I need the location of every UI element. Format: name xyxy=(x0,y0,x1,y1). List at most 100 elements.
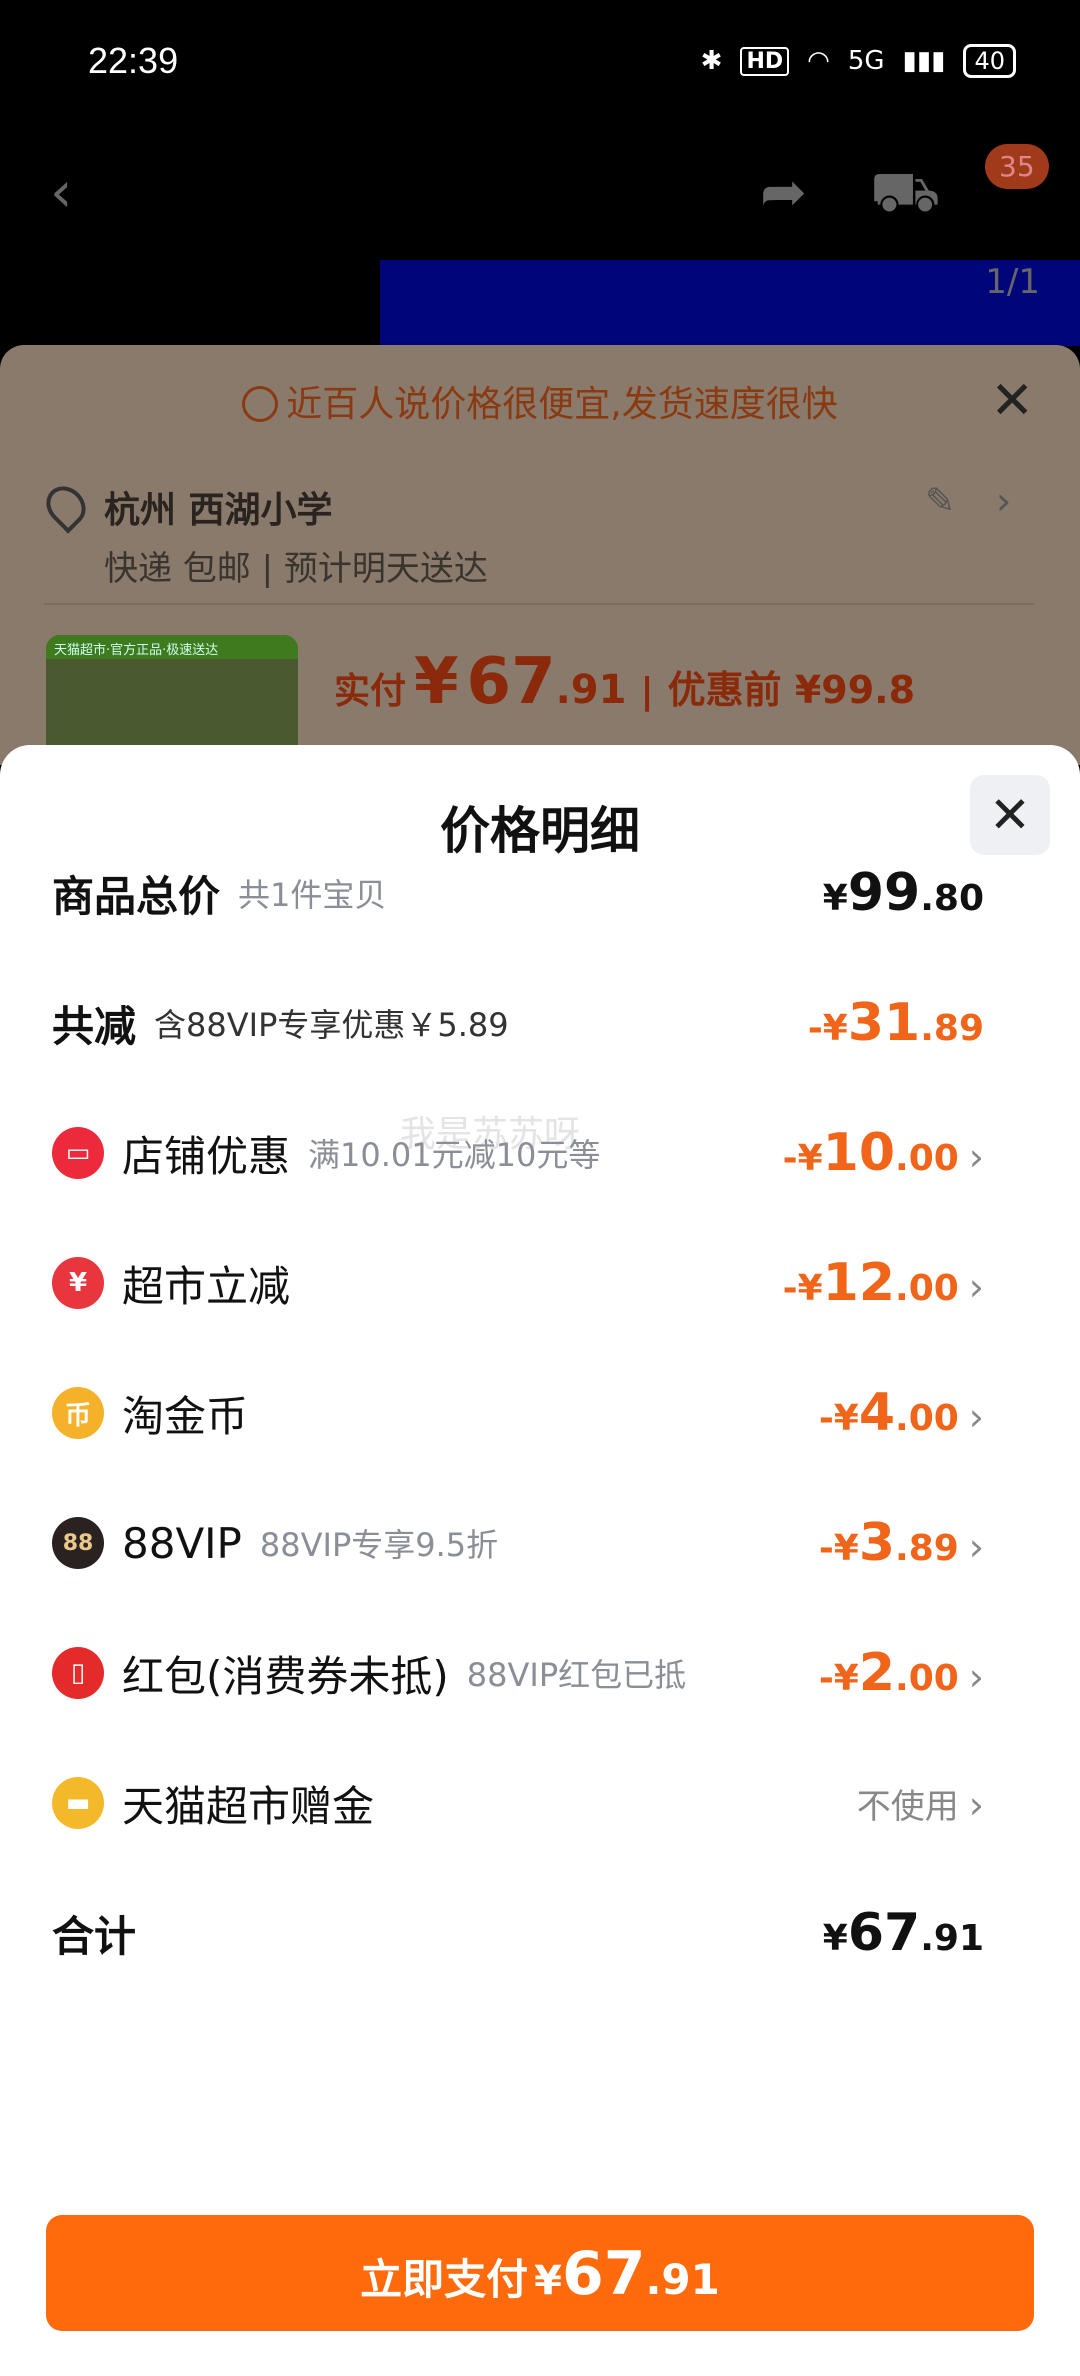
chat-icon xyxy=(242,386,279,422)
thumbnail-banner: 天猫超市·官方正品·极速送达 xyxy=(46,635,298,659)
price-before-discount: 优惠前 ¥99.8 xyxy=(667,668,916,712)
amount-dec: .91 xyxy=(920,1918,984,1959)
row-sub: 88VIP专享9.5折 xyxy=(259,1526,499,1564)
row-88vip[interactable]: 88 88VIP 88VIP专享9.5折 -¥ 3 .89 › xyxy=(52,1498,1028,1588)
row-amount: -¥ 3 .89 › xyxy=(819,1513,984,1573)
pay-dec: .91 xyxy=(645,2255,720,2304)
paid-int: 67 xyxy=(466,645,556,719)
row-amount: -¥ 10 .00 › xyxy=(783,1123,984,1183)
row-label: 店铺优惠 xyxy=(122,1131,291,1181)
chevron-right-icon: › xyxy=(968,1782,984,1827)
product-image xyxy=(380,260,1080,346)
row-taobao-coins[interactable]: 币 淘金币 -¥ 4 .00 › xyxy=(52,1368,1028,1458)
row-sub: 共1件宝贝 xyxy=(238,876,387,914)
amount-dec: .89 xyxy=(895,1528,959,1569)
row-tmall-bonus[interactable]: ▬ 天猫超市赠金 不使用 › xyxy=(52,1758,1028,1848)
yuan-icon: ¥ xyxy=(52,1257,104,1309)
row-label: 超市立减 xyxy=(122,1261,291,1311)
address-title[interactable]: 杭州 西湖小学 xyxy=(104,481,333,533)
paid-dec: .91 xyxy=(555,667,627,713)
row-total-discount: 共减 含88VIP专享优惠￥5.89 -¥ 31 .89 xyxy=(52,978,1028,1068)
location-icon xyxy=(38,478,94,534)
delivery-info: 快递 包邮 | 预计明天送达 xyxy=(104,549,488,589)
amount-yen: -¥ xyxy=(782,1138,823,1179)
pay-label: 立即支付 xyxy=(360,2255,529,2304)
shop-icon: ▭ xyxy=(52,1127,104,1179)
row-label: 88VIP xyxy=(122,1518,242,1568)
gift-card-icon: ▬ xyxy=(52,1777,104,1829)
amount-dec: .00 xyxy=(895,1268,959,1309)
pay-now-button[interactable]: 立即支付 ¥ 67 .91 xyxy=(46,2215,1034,2331)
order-sheet: 近百人说价格很便宜,发货速度很快 ✕ 杭州 西湖小学 快递 包邮 | 预计明天送… xyxy=(0,345,1080,775)
paid-summary: 实付 ¥ 67 .91 | 优惠前 ¥99.8 xyxy=(334,645,915,719)
row-amount: -¥ 31 .89 xyxy=(808,993,984,1053)
hd-badge: HD xyxy=(740,46,790,76)
row-red-packet[interactable]: ▯ 红包(消费券未抵) 88VIP红包已抵 -¥ 2 .00 › xyxy=(52,1628,1028,1718)
amount-int: 3 xyxy=(858,1513,896,1573)
amount-yen: -¥ xyxy=(807,1008,848,1049)
row-amount: -¥ 12 .00 › xyxy=(783,1253,984,1313)
chevron-right-icon: › xyxy=(968,1395,984,1439)
coin-icon: 币 xyxy=(52,1387,104,1439)
row-amount: -¥ 4 .00 › xyxy=(819,1383,984,1443)
cart-icon[interactable]: ⛟ xyxy=(870,160,940,232)
edit-icon[interactable]: ✎ xyxy=(925,481,955,522)
close-icon[interactable]: ✕ xyxy=(990,371,1034,431)
amount-int: 31 xyxy=(847,993,921,1053)
notice-bar: 近百人说价格很便宜,发货速度很快 xyxy=(0,375,1080,427)
row-sub: 满10.01元减10元等 xyxy=(308,1136,601,1174)
divider xyxy=(44,603,1034,605)
status-time: 22:39 xyxy=(88,40,179,81)
paid-yen: ¥ xyxy=(414,645,459,719)
row-amount: ¥ 99 .80 xyxy=(823,863,984,923)
row-label: 红包(消费券未抵) xyxy=(122,1651,449,1701)
amount-dec: .80 xyxy=(920,878,984,919)
status-icons: ✱ HD ◠ 5G ▮▮▮ 40 xyxy=(701,44,1016,78)
amount-yen: -¥ xyxy=(782,1268,823,1309)
chevron-right-icon: › xyxy=(968,1655,984,1699)
amount-dec: .00 xyxy=(895,1138,959,1179)
status-bar: 22:39 ✱ HD ◠ 5G ▮▮▮ 40 xyxy=(0,0,1080,130)
amount-yen: -¥ xyxy=(818,1398,859,1439)
amount-dec: .89 xyxy=(920,1008,984,1049)
row-amount: ¥ 67 .91 xyxy=(823,1903,984,1963)
price-detail-modal: 价格明细 ✕ 我是苏苏呀 商品总价 共1件宝贝 ¥ 99 .80 共减 含88V… xyxy=(0,745,1080,2376)
back-icon[interactable]: ‹ xyxy=(50,160,90,225)
row-label: 共减 xyxy=(52,1001,137,1051)
bluetooth-icon: ✱ xyxy=(700,46,723,76)
vip-icon: 88 xyxy=(52,1517,104,1569)
cart-badge: 35 xyxy=(985,144,1049,189)
amount-dec: .00 xyxy=(895,1658,959,1699)
amount-int: 67 xyxy=(847,1903,921,1963)
amount-yen: ¥ xyxy=(822,1918,848,1959)
battery-icon: 40 xyxy=(963,44,1016,78)
row-shop-discount[interactable]: ▭ 店铺优惠 满10.01元减10元等 -¥ 10 .00 › xyxy=(52,1108,1028,1198)
row-label: 合计 xyxy=(52,1911,137,1961)
chevron-right-icon: › xyxy=(968,1525,984,1569)
chevron-right-icon[interactable]: › xyxy=(996,479,1011,523)
share-icon[interactable]: ➦ xyxy=(760,160,807,225)
row-label: 天猫超市赠金 xyxy=(122,1781,375,1831)
paid-label: 实付 xyxy=(334,671,407,712)
row-amount: -¥ 2 .00 › xyxy=(819,1643,984,1703)
image-counter: 1/1 xyxy=(985,262,1040,302)
row-sub: 含88VIP专享优惠￥5.89 xyxy=(154,1006,509,1044)
product-top-nav: ‹ ➦ ⛟ 35 xyxy=(0,140,1080,250)
notice-text: 近百人说价格很便宜,发货速度很快 xyxy=(286,384,838,425)
pay-int: 67 xyxy=(561,2239,646,2309)
amount-int: 99 xyxy=(847,863,921,923)
amount-int: 12 xyxy=(822,1253,896,1313)
chevron-right-icon: › xyxy=(968,1135,984,1179)
row-sub: 88VIP红包已抵 xyxy=(466,1656,687,1694)
amount-dec: .00 xyxy=(895,1398,959,1439)
red-packet-icon: ▯ xyxy=(52,1647,104,1699)
row-market-discount[interactable]: ¥ 超市立减 -¥ 12 .00 › xyxy=(52,1238,1028,1328)
row-label: 商品总价 xyxy=(52,871,221,921)
amount-int: 10 xyxy=(822,1123,896,1183)
wifi-icon: ◠ xyxy=(807,46,830,76)
amount-yen: -¥ xyxy=(818,1658,859,1699)
network-label: 5G xyxy=(847,46,885,76)
amount-int: 2 xyxy=(858,1643,896,1703)
modal-close-button[interactable]: ✕ xyxy=(970,775,1050,855)
amount-yen: ¥ xyxy=(822,878,848,919)
